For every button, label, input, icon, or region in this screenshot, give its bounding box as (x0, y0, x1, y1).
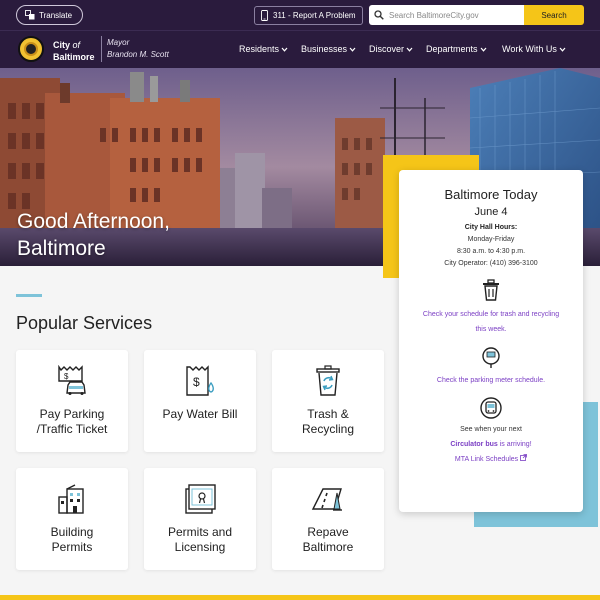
hero-greeting: Good Afternoon, Baltimore (17, 208, 170, 262)
service-card-label: Trash & Recycling (272, 407, 384, 437)
bus-line: Circulator bus is arriving! (399, 437, 583, 452)
today-title: Baltimore Today (444, 187, 538, 202)
mayor-credit: Mayor Brandon M. Scott (107, 37, 169, 61)
bottom-accent-bar (0, 595, 600, 600)
main-nav-bar: City of Baltimore Mayor Brandon M. Scott… (0, 30, 600, 68)
trash-link-line-2: this week. (475, 326, 507, 333)
service-card-label: Permits and Licensing (144, 525, 256, 555)
service-label-line-2: /Traffic Ticket (36, 422, 108, 436)
service-label-line-1: Pay Parking (39, 407, 105, 421)
chevron-down-icon (281, 47, 288, 52)
nav-item-residents[interactable]: Residents (239, 44, 288, 54)
mta-link-schedules[interactable]: MTA Link Schedules (399, 452, 583, 467)
service-label-line-1: Permits and (167, 525, 233, 539)
top-utility-bar: Translate 311 - Report A Problem Search (0, 0, 600, 30)
section-accent-bar (16, 294, 42, 297)
trash-link-line-1: Check your schedule for trash and recycl… (422, 311, 560, 318)
certificate-icon (183, 482, 217, 516)
greeting-line-1: Good Afternoon, (17, 210, 170, 233)
brand-divider (101, 36, 102, 62)
search-input[interactable] (389, 10, 509, 20)
nav-item-businesses[interactable]: Businesses (301, 44, 356, 54)
phone-icon (261, 10, 268, 21)
mayor-title: Mayor (107, 38, 130, 47)
nav-item-label: Departments (426, 44, 478, 54)
brand-of-word: of (72, 40, 81, 50)
bus-arriving-text: is arriving! (497, 441, 532, 448)
report-problem-label: 311 - Report A Problem (273, 11, 356, 20)
chevron-down-icon (349, 47, 356, 52)
parking-ticket-icon: $ (55, 364, 89, 398)
service-label-line-2: Recycling (301, 422, 355, 436)
mayor-name: Brandon M. Scott (107, 50, 169, 59)
nav-item-label: Businesses (301, 44, 348, 54)
translate-label: Translate (39, 10, 73, 20)
brand-baltimore-word: Baltimore (53, 52, 95, 62)
trash-schedule-link[interactable]: Check your schedule for trash and recycl… (399, 307, 583, 337)
bus-icon (479, 396, 503, 420)
service-label-line-1: Repave (307, 525, 349, 539)
service-card-parking[interactable]: $ Pay Parking /Traffic Ticket (16, 350, 128, 452)
service-card-label: Building Permits (16, 525, 128, 555)
city-seal-logo[interactable] (18, 36, 44, 62)
city-brand[interactable]: City of Baltimore (53, 39, 95, 63)
service-card-water-bill[interactable]: $ Pay Water Bill (144, 350, 256, 452)
service-card-repave[interactable]: Repave Baltimore (272, 468, 384, 570)
search-button[interactable]: Search (524, 5, 584, 25)
water-bill-icon: $ (183, 364, 217, 398)
today-date: June 4 (474, 206, 508, 218)
city-hall-days: Monday-Friday (467, 236, 515, 243)
trash-can-icon (479, 278, 503, 302)
nav-item-discover[interactable]: Discover (369, 44, 413, 54)
circulator-bus-link[interactable]: Circulator bus (450, 441, 497, 448)
external-link-icon (520, 454, 528, 461)
road-icon (311, 482, 345, 516)
nav-item-work-with-us[interactable]: Work With Us (502, 44, 566, 54)
svg-text:$: $ (64, 372, 69, 381)
city-hall-hours-title: City Hall Hours: (464, 224, 518, 231)
search-icon (374, 10, 384, 20)
translate-icon (25, 10, 35, 20)
chevron-down-icon (559, 47, 566, 52)
nav-item-label: Work With Us (502, 44, 557, 54)
building-icon (55, 482, 89, 516)
service-card-building-permits[interactable]: Building Permits (16, 468, 128, 570)
service-card-trash-recycling[interactable]: Trash & Recycling (272, 350, 384, 452)
nav-item-label: Residents (239, 44, 280, 54)
service-card-label: Repave Baltimore (272, 525, 384, 555)
bus-text: See when your next (460, 426, 522, 433)
service-card-label: Pay Parking /Traffic Ticket (16, 407, 128, 437)
parking-meter-icon (479, 346, 503, 370)
chevron-down-icon (406, 47, 413, 52)
city-operator: City Operator: (410) 396-3100 (444, 260, 538, 267)
service-card-label: Pay Water Bill (144, 407, 256, 422)
report-problem-button[interactable]: 311 - Report A Problem (254, 6, 363, 25)
recycling-bin-icon (311, 364, 345, 398)
search-form: Search (369, 5, 584, 25)
city-hall-time: 8:30 a.m. to 4:30 p.m. (456, 248, 526, 255)
search-field (369, 5, 524, 25)
popular-services-title: Popular Services (16, 313, 153, 333)
service-label-line-2: Baltimore (302, 540, 354, 554)
service-card-permits-licensing[interactable]: Permits and Licensing (144, 468, 256, 570)
mta-link-label: MTA Link Schedules (454, 456, 519, 463)
service-label-line-1: Pay Water Bill (162, 407, 238, 421)
translate-button[interactable]: Translate (16, 5, 84, 25)
svg-text:$: $ (193, 375, 200, 389)
baltimore-today-card: Baltimore Today June 4 City Hall Hours: … (399, 170, 583, 512)
nav-item-label: Discover (369, 44, 405, 54)
service-label-line-1: Trash & (307, 407, 349, 421)
service-label-line-2: Permits (51, 540, 93, 554)
parking-meter-schedule-link[interactable]: Check the parking meter schedule. (399, 373, 583, 388)
service-label-line-2: Licensing (174, 540, 226, 554)
nav-item-departments[interactable]: Departments (426, 44, 487, 54)
greeting-line-2: Baltimore (17, 237, 106, 260)
service-label-line-1: Building (50, 525, 94, 539)
brand-city-word: City (53, 40, 71, 50)
chevron-down-icon (480, 47, 486, 52)
